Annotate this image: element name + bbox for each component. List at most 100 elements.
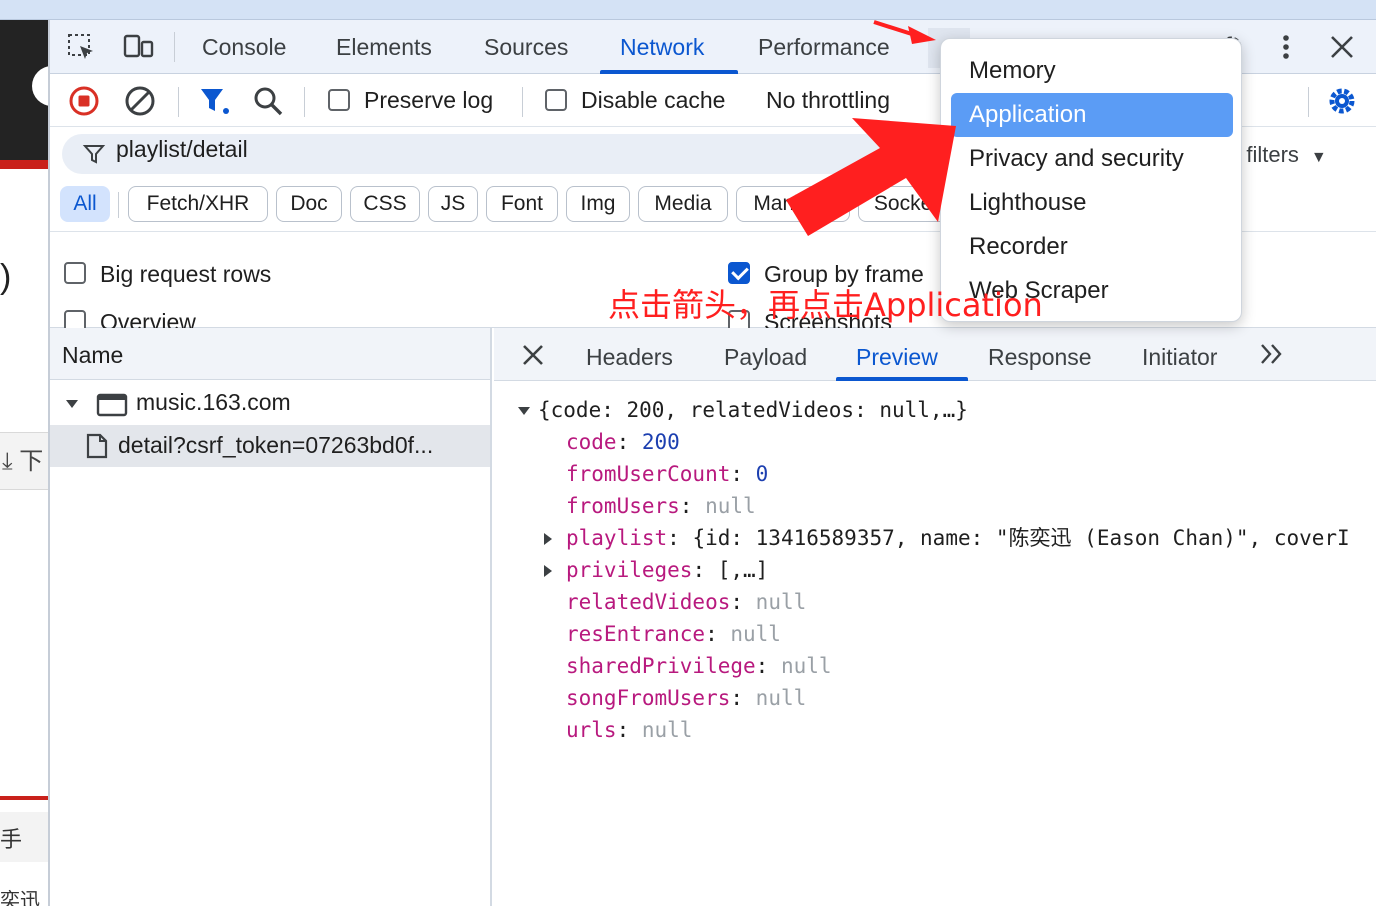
chip-fetch-xhr[interactable]: Fetch/XHR [128, 186, 268, 222]
json-value: 0 [755, 462, 769, 486]
tab-response[interactable]: Response [988, 344, 1092, 371]
more-detail-tabs-icon[interactable] [1258, 340, 1286, 373]
chip-separator [118, 192, 119, 218]
webpage-label: 手 [0, 812, 48, 862]
json-key: privileges [566, 558, 693, 582]
tab-sources[interactable]: Sources [484, 34, 568, 61]
menu-item-application[interactable]: Application [951, 93, 1233, 137]
json-root-row[interactable]: {code: 200, relatedVideos: null,…} [518, 395, 968, 425]
chip-manifest[interactable]: Manifest [736, 186, 850, 222]
tab-payload[interactable]: Payload [724, 344, 807, 371]
json-preview: {code: 200, relatedVideos: null,…} code:… [494, 381, 1376, 906]
device-toolbar-icon[interactable] [122, 32, 154, 62]
frame-group-row[interactable]: music.163.com [50, 383, 490, 425]
tab-preview[interactable]: Preview [856, 344, 938, 371]
disable-cache-checkbox[interactable] [545, 89, 567, 111]
tab-console[interactable]: Console [202, 34, 286, 61]
close-detail-icon[interactable] [520, 342, 546, 373]
request-list-pane: Name music.163.com detail?csrf_token=072… [50, 328, 492, 906]
webpage-red-bar [0, 160, 48, 169]
close-devtools-icon[interactable] [1328, 32, 1356, 69]
json-root-summary: {code: 200, relatedVideos: null,…} [538, 398, 968, 422]
menu-item-privacy-security[interactable]: Privacy and security [951, 137, 1233, 181]
big-request-rows-checkbox[interactable] [64, 262, 86, 284]
json-key: playlist [566, 526, 668, 550]
stop-recording-icon[interactable] [68, 85, 100, 117]
toolbar-separator [174, 32, 175, 62]
menu-item-recorder[interactable]: Recorder [951, 225, 1233, 269]
toolbar-separator [1308, 87, 1309, 117]
chevron-down-icon: ▼ [1310, 149, 1327, 166]
chip-font[interactable]: Font [486, 186, 558, 222]
expand-arrow-icon[interactable] [544, 533, 552, 545]
webpage-download-button[interactable]: ⤓ 下 [0, 432, 48, 490]
json-row-fromusercount: fromUserCount: 0 [566, 462, 769, 486]
disable-cache-label: Disable cache [581, 87, 726, 113]
json-value: null [705, 494, 756, 518]
expand-arrow-icon[interactable] [544, 565, 552, 577]
clear-log-icon[interactable] [124, 85, 156, 117]
chip-all[interactable]: All [60, 186, 110, 222]
menu-item-memory[interactable]: Memory [951, 49, 1233, 93]
tab-performance[interactable]: Performance [758, 34, 890, 61]
webpage-red-line [0, 796, 48, 800]
screenshot-root: ) ⤓ 下 手 奕迅 Console Elements Sources Netw… [0, 0, 1376, 906]
browser-top-strip [0, 0, 1376, 20]
expand-arrow-icon[interactable] [66, 400, 78, 408]
json-key: code [566, 430, 617, 454]
toolbar-separator [304, 87, 305, 117]
webpage-bottom-text: 奕迅 [0, 890, 40, 906]
json-row-fromusers: fromUsers: null [566, 494, 756, 518]
toolbar-separator [178, 87, 179, 117]
json-key: fromUserCount [566, 462, 731, 486]
filter-icon [82, 142, 106, 171]
chip-js[interactable]: JS [428, 186, 478, 222]
document-file-icon [86, 433, 108, 465]
more-options-icon[interactable] [1276, 32, 1296, 69]
tab-elements[interactable]: Elements [336, 34, 432, 61]
search-icon[interactable] [252, 85, 284, 117]
json-key: sharedPrivilege [566, 654, 756, 678]
json-row-resentrance: resEntrance: null [566, 622, 781, 646]
filter-funnel-icon[interactable] [198, 85, 230, 117]
chip-img[interactable]: Img [566, 186, 630, 222]
frame-name: music.163.com [136, 389, 291, 415]
json-value: [,…] [717, 558, 769, 582]
tab-network[interactable]: Network [620, 34, 704, 61]
name-column-header[interactable]: Name [50, 328, 490, 380]
json-key: relatedVideos [566, 590, 731, 614]
chip-css[interactable]: CSS [350, 186, 420, 222]
json-key: resEntrance [566, 622, 706, 646]
request-name: detail?csrf_token=07263bd0f... [118, 432, 434, 458]
filter-value: playlist/detail [116, 136, 248, 162]
json-row-urls: urls: null [566, 718, 693, 742]
json-value: null [780, 654, 832, 678]
request-detail-pane: Headers Payload Preview Response Initiat… [494, 328, 1376, 906]
chip-doc[interactable]: Doc [276, 186, 342, 222]
preserve-log-checkbox[interactable] [328, 89, 350, 111]
request-row[interactable]: detail?csrf_token=07263bd0f... [50, 425, 490, 467]
json-row-privileges[interactable]: privileges: [,…] [544, 555, 768, 585]
json-row-sharedprivilege: sharedPrivilege: null [566, 654, 832, 678]
preserve-log-label: Preserve log [364, 87, 494, 113]
menu-item-lighthouse[interactable]: Lighthouse [951, 181, 1233, 225]
chip-media[interactable]: Media [638, 186, 728, 222]
inspect-element-icon[interactable] [66, 32, 96, 62]
webpage-text: ) [0, 258, 12, 296]
json-row-songfromusers: songFromUsers: null [566, 686, 807, 710]
frame-window-icon [96, 393, 128, 423]
json-key: urls [566, 718, 617, 742]
tab-headers[interactable]: Headers [586, 344, 673, 371]
webpage-sliver: ) ⤓ 下 手 奕迅 [0, 20, 48, 906]
json-value: null [641, 718, 693, 742]
network-settings-gear-icon[interactable] [1326, 85, 1358, 117]
json-row-playlist[interactable]: playlist: {id: 13416589357, name: "陈奕迅 (… [544, 523, 1350, 553]
throttling-select[interactable]: No throttling [766, 87, 890, 114]
json-row-code: code: 200 [566, 430, 680, 454]
detail-tab-bar: Headers Payload Preview Response Initiat… [494, 328, 1376, 381]
collapse-arrow-icon[interactable] [518, 407, 530, 415]
more-filters-dropdown[interactable]: e filters ▼ [1228, 142, 1327, 168]
json-key: fromUsers [566, 494, 680, 518]
tab-initiator[interactable]: Initiator [1142, 344, 1217, 371]
json-value: null [730, 622, 781, 646]
